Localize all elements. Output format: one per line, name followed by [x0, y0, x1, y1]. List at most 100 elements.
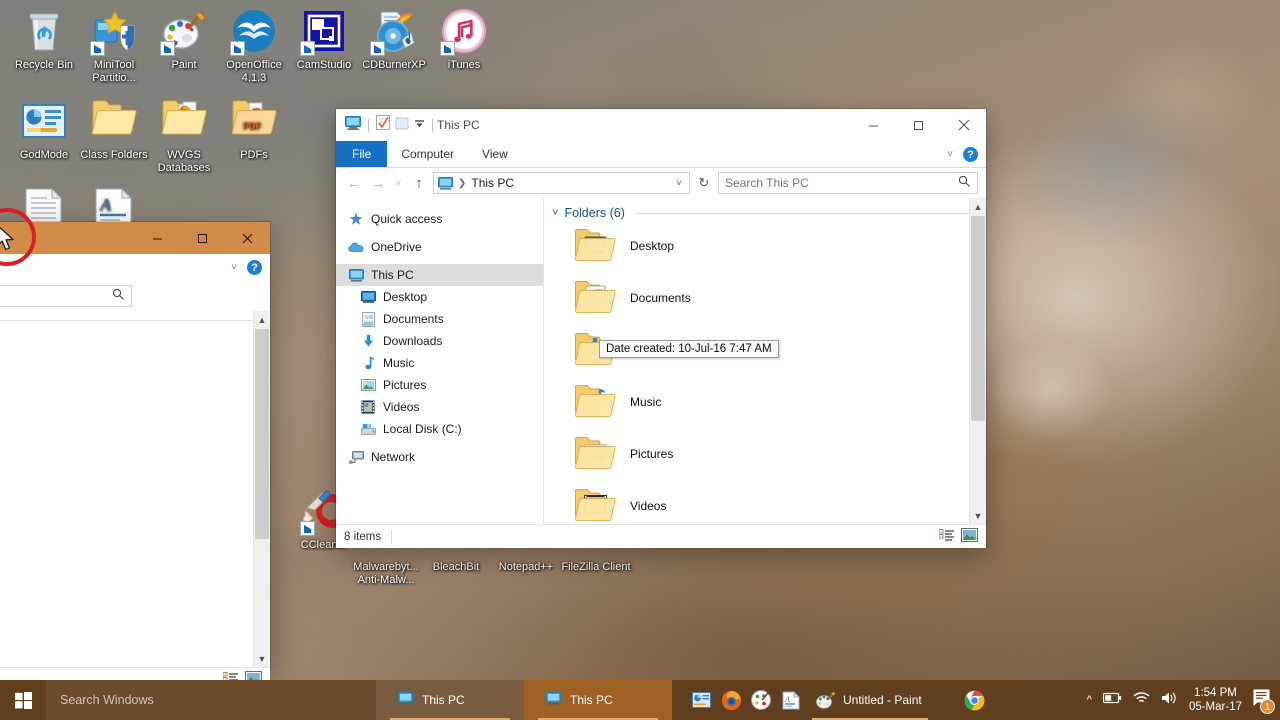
clock[interactable]: 1:54 PM 05-Mar-17	[1189, 686, 1242, 714]
folder-item-music[interactable]: Music	[544, 376, 986, 428]
customize-dropdown-icon[interactable]	[414, 116, 425, 134]
sidebar-item-network[interactable]: Network	[336, 446, 543, 468]
window-titlebar[interactable]: This PC	[336, 109, 986, 141]
desktop-icon-minitool-partitio[interactable]: MiniTool Partitio...	[76, 8, 152, 84]
desktop-icon-openoffice-4-1-3[interactable]: OpenOffice 4.1.3	[216, 8, 292, 84]
refresh-button[interactable]: ↻	[694, 172, 714, 194]
minimize-button-background[interactable]	[135, 222, 180, 254]
volume-icon[interactable]	[1161, 691, 1178, 710]
large-icons-view-button[interactable]	[961, 528, 978, 545]
sidebar-item-local-disk-c[interactable]: Local Disk (C:)	[336, 418, 543, 440]
sidebar-item-downloads[interactable]: Downloads	[336, 330, 543, 352]
shortcut-arrow-icon	[230, 41, 245, 56]
taskbar-button-this-pc-2[interactable]: This PC	[524, 680, 672, 720]
desktop-icon-recycle-bin[interactable]: Recycle Bin	[6, 8, 82, 72]
shortcut-arrow-icon	[300, 41, 315, 56]
new-folder-icon[interactable]	[395, 116, 409, 135]
help-icon-background[interactable]: ?	[247, 260, 262, 275]
desktop-icon-label: OpenOffice 4.1.3	[226, 59, 282, 84]
sidebar-item-this-pc[interactable]: This PC	[336, 264, 543, 286]
help-icon[interactable]: ?	[963, 147, 978, 162]
desktop-icon-paint[interactable]: Paint	[146, 8, 222, 72]
sidebar-item-documents[interactable]: A Documents	[336, 308, 543, 330]
sidebar-item-music[interactable]: Music	[336, 352, 543, 374]
search-input-background[interactable]: earch This PC	[0, 285, 132, 307]
ribbon-tab-file[interactable]: File	[336, 141, 388, 167]
scroll-down-button[interactable]: ▼	[970, 507, 986, 524]
breadcrumb[interactable]: This PC	[471, 176, 514, 190]
chrome-icon[interactable]	[960, 680, 990, 720]
close-button-background[interactable]	[225, 222, 270, 254]
sidebar-item-quick-access[interactable]: Quick access	[336, 208, 543, 230]
godmode-icon[interactable]	[686, 680, 716, 720]
show-hidden-icons-chevron-icon[interactable]: ^	[1087, 694, 1092, 706]
window-title: This PC	[437, 118, 480, 132]
desktop-icon-godmode[interactable]: GodMode	[6, 98, 82, 162]
search-icon-background[interactable]	[112, 288, 125, 304]
desktop-icon-camstudio[interactable]: CamStudio	[286, 8, 362, 72]
taskbar-button-this-pc-1[interactable]: This PC	[376, 680, 524, 720]
battery-icon[interactable]	[1102, 691, 1122, 709]
sidebar-item-onedrive[interactable]: OneDrive	[336, 236, 543, 258]
ribbon-right-controls: ˅ ?	[947, 141, 978, 168]
vertical-scrollbar-background[interactable]: ▲ ▼	[253, 311, 270, 667]
sidebar-item-pictures[interactable]: Pictures	[336, 374, 543, 396]
font-viewer-icon[interactable]: A	[776, 680, 806, 720]
taskbar-search-input[interactable]: Search Windows	[46, 680, 376, 720]
computer-icon	[348, 267, 364, 283]
sidebar-item-videos[interactable]: Videos	[336, 396, 543, 418]
desktop-icon-wvgs-databases[interactable]: WVGS Databases	[146, 98, 222, 174]
folder-item-videos[interactable]: Videos	[544, 480, 986, 524]
back-button[interactable]: ←	[344, 172, 364, 194]
forward-button[interactable]: →	[368, 172, 388, 194]
vertical-scrollbar[interactable]: ▲ ▼	[969, 198, 986, 524]
taskbar-button-paint[interactable]: Untitled - Paint	[806, 680, 934, 720]
wifi-icon[interactable]	[1133, 691, 1150, 709]
paintnet-icon[interactable]	[746, 680, 776, 720]
search-input[interactable]: Search This PC	[718, 172, 978, 194]
close-button[interactable]	[941, 109, 986, 141]
taskbar[interactable]: Search Windows This PC This PC A Untitle…	[0, 680, 1280, 720]
folder-item-pictures[interactable]: Pictures	[544, 428, 986, 480]
desktop-icon-cdburnerxp[interactable]: CDBurnerXP	[356, 8, 432, 72]
navigation-pane[interactable]: Quick access OneDrive This PC Desktop A Docum…	[336, 198, 544, 524]
recent-locations-chevron-icon[interactable]: ˅	[392, 172, 405, 194]
sidebar-item-desktop[interactable]: Desktop	[336, 286, 543, 308]
minimize-button[interactable]	[851, 109, 896, 141]
start-button[interactable]	[0, 680, 46, 720]
up-button[interactable]: ↑	[409, 172, 429, 194]
scrollbar-thumb-background[interactable]	[255, 329, 269, 539]
maximize-button[interactable]	[896, 109, 941, 141]
explorer-window-this-pc[interactable]: This PC File Computer View ˅ ? ← → ˅ ↑ ❯…	[336, 109, 986, 548]
action-center-button[interactable]: 1	[1253, 689, 1275, 714]
window-titlebar-background[interactable]	[0, 222, 270, 254]
scrollbar-thumb[interactable]	[971, 216, 985, 421]
this-pc-icon[interactable]	[345, 115, 361, 135]
desktop-icon-itunes[interactable]: iTunes	[426, 8, 502, 72]
properties-icon[interactable]	[376, 115, 390, 135]
address-breadcrumb-bar[interactable]: ❯ This PC ˅	[433, 172, 690, 194]
details-view-button[interactable]	[938, 528, 954, 545]
folder-item-documents[interactable]: A Documents	[544, 272, 986, 324]
folder-item-desktop[interactable]: Desktop	[544, 220, 986, 272]
content-pane[interactable]: ˅ Folders (6) DesktopADocumentsDownloads…	[544, 198, 986, 524]
address-dropdown-chevron-icon[interactable]: ˅	[676, 178, 685, 189]
ribbon-tab-view[interactable]: View	[468, 141, 522, 167]
ribbon-expand-chevron-icon[interactable]: ˅	[231, 262, 237, 273]
taskbar-button-label: Untitled - Paint	[843, 693, 922, 707]
group-collapse-chevron-icon[interactable]: ˅	[552, 207, 558, 219]
ribbon-expand-chevron-icon[interactable]: ˅	[947, 149, 953, 160]
desktop-icon-pdfs[interactable]: GPDF PDFs	[216, 98, 292, 162]
ribbon-tab-computer[interactable]: Computer	[387, 141, 468, 167]
desktop-icon-class-folders[interactable]: Class Folders	[76, 98, 152, 162]
content-pane-background[interactable]: ▲ ▼	[0, 311, 270, 667]
quick-access-toolbar[interactable]	[336, 115, 435, 135]
firefox-icon[interactable]	[716, 680, 746, 720]
scroll-up-button[interactable]: ▲	[970, 198, 986, 215]
scroll-up-button-background[interactable]: ▲	[254, 311, 270, 328]
group-header[interactable]: ˅ Folders (6)	[544, 198, 986, 220]
scroll-down-button-background[interactable]: ▼	[254, 650, 270, 667]
explorer-window-background[interactable]: ˅ ? earch This PC ▲ ▼	[0, 222, 270, 691]
search-icon[interactable]	[958, 175, 971, 191]
maximize-button-background[interactable]	[180, 222, 225, 254]
